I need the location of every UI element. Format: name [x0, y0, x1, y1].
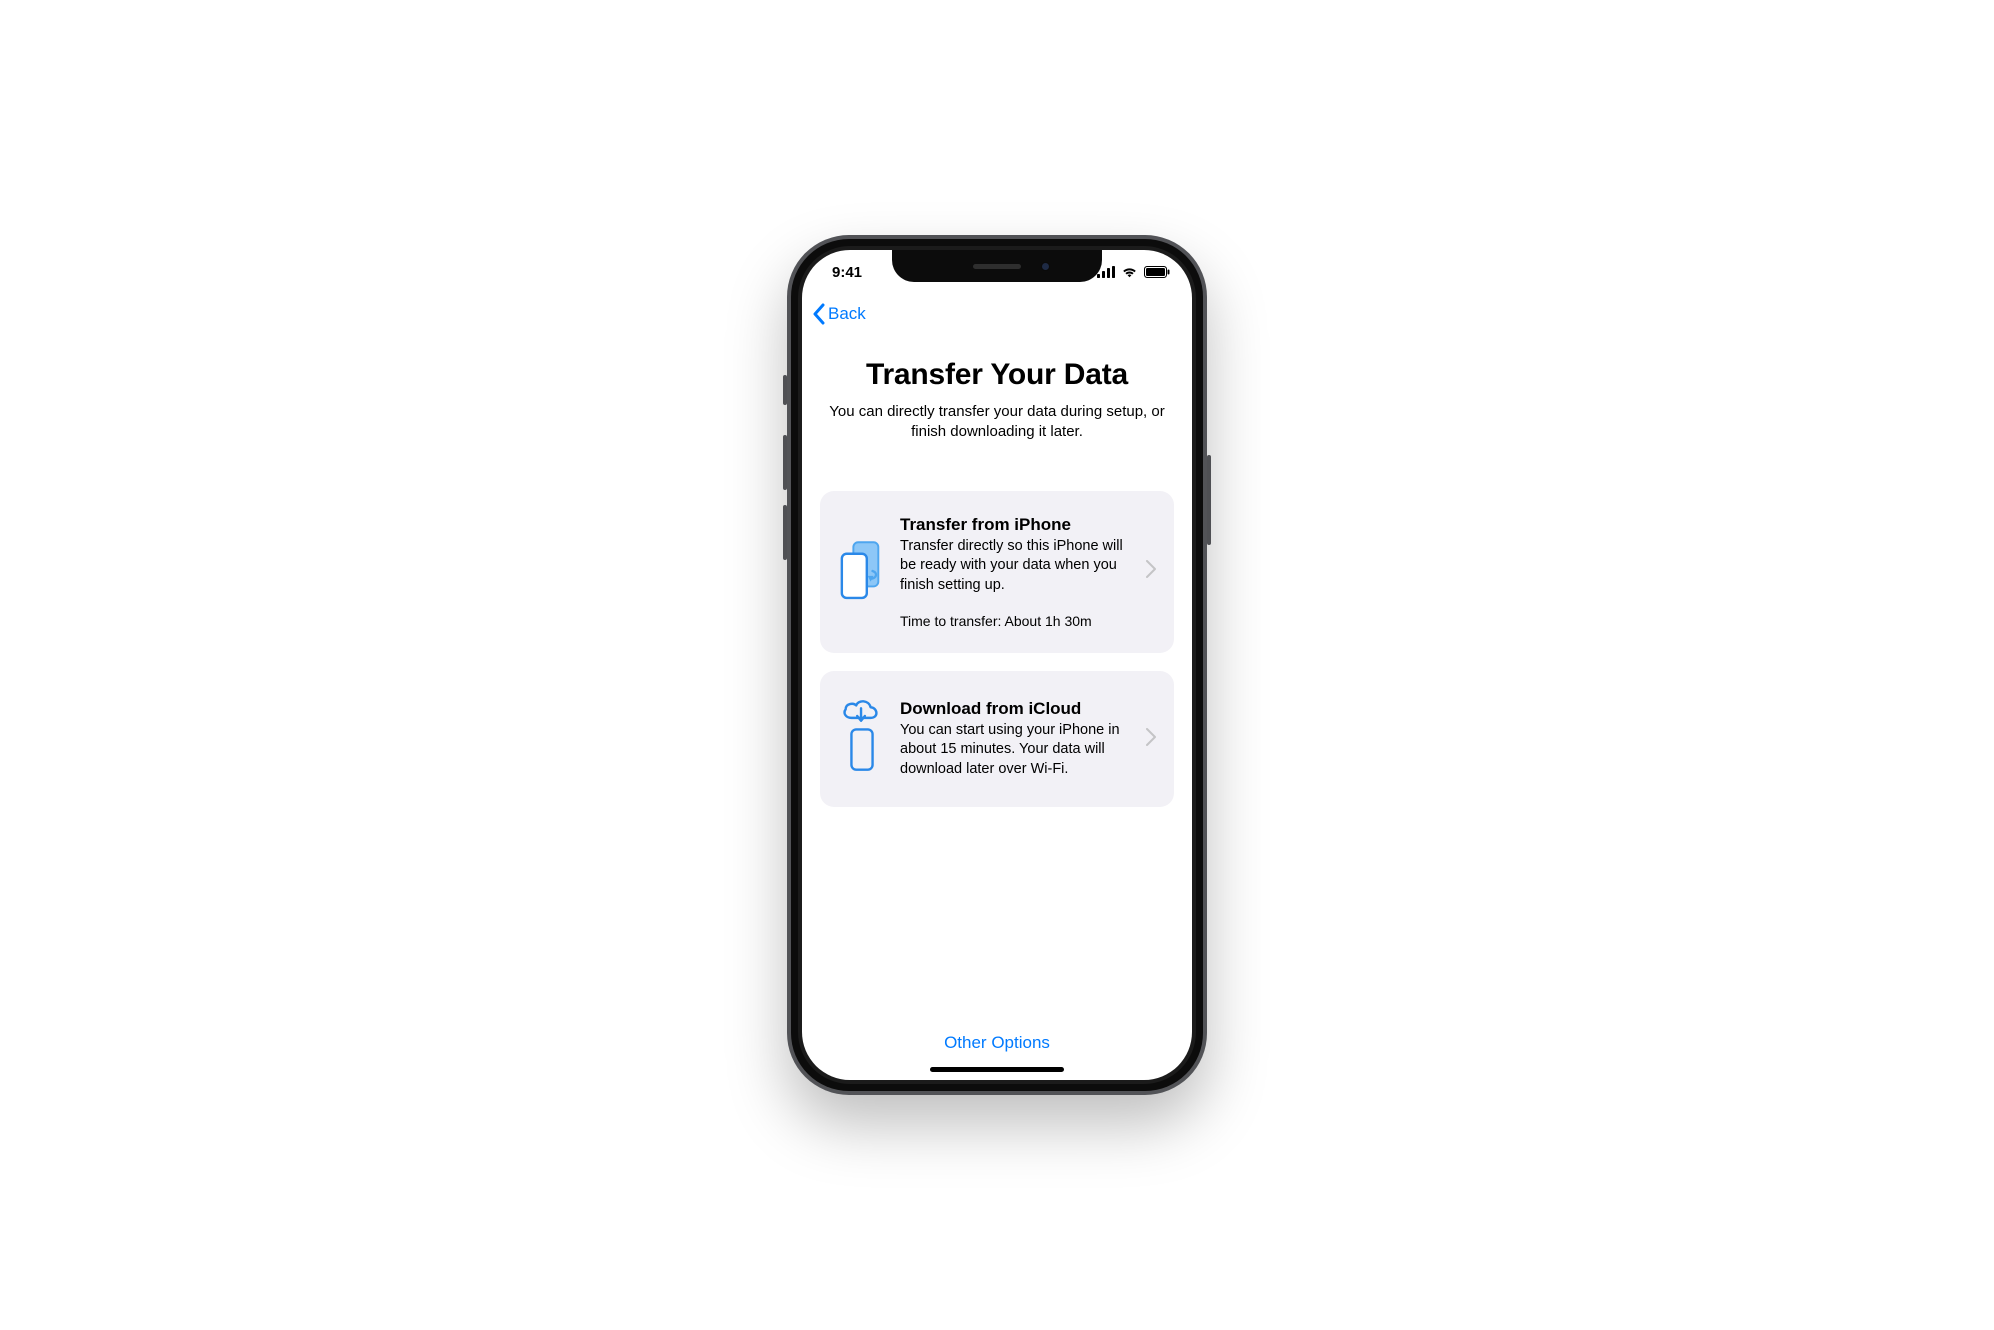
nav-bar: Back [802, 294, 1192, 334]
option-transfer-from-iphone[interactable]: Transfer from iPhone Transfer directly s… [820, 491, 1174, 654]
option-body: Download from iCloud You can start using… [900, 699, 1132, 780]
option-desc: You can start using your iPhone in about… [900, 721, 1132, 780]
chevron-right-icon [1146, 560, 1160, 583]
wifi-icon [1121, 266, 1138, 278]
option-title: Download from iCloud [900, 699, 1132, 719]
back-label: Back [828, 304, 866, 324]
status-time: 9:41 [832, 264, 862, 281]
cloud-download-icon [838, 695, 886, 783]
option-desc: Transfer directly so this iPhone will be… [900, 537, 1132, 596]
other-options-button[interactable]: Other Options [802, 1015, 1192, 1067]
mute-switch [783, 375, 787, 405]
front-camera [1041, 262, 1050, 271]
option-body: Transfer from iPhone Transfer directly s… [900, 515, 1132, 630]
volume-down-button [783, 505, 787, 560]
battery-icon [1144, 266, 1170, 278]
devices-transfer-icon [838, 539, 886, 605]
chevron-left-icon [812, 303, 826, 325]
device-frame: 9:41 [787, 235, 1207, 1095]
notch [892, 250, 1102, 282]
page-subtitle: You can directly transfer your data duri… [820, 402, 1174, 443]
speaker-grille [973, 264, 1021, 269]
status-right [1097, 266, 1170, 278]
page-title: Transfer Your Data [820, 358, 1174, 392]
power-button [1207, 455, 1211, 545]
screen: 9:41 [802, 250, 1192, 1080]
chevron-right-icon [1146, 728, 1160, 751]
home-indicator[interactable] [930, 1067, 1064, 1072]
option-extra: Time to transfer: About 1h 30m [900, 613, 1132, 629]
back-button[interactable]: Back [812, 303, 866, 325]
option-title: Transfer from iPhone [900, 515, 1132, 535]
volume-up-button [783, 435, 787, 490]
option-download-from-icloud[interactable]: Download from iCloud You can start using… [820, 671, 1174, 807]
content: Transfer Your Data You can directly tran… [802, 334, 1192, 1015]
